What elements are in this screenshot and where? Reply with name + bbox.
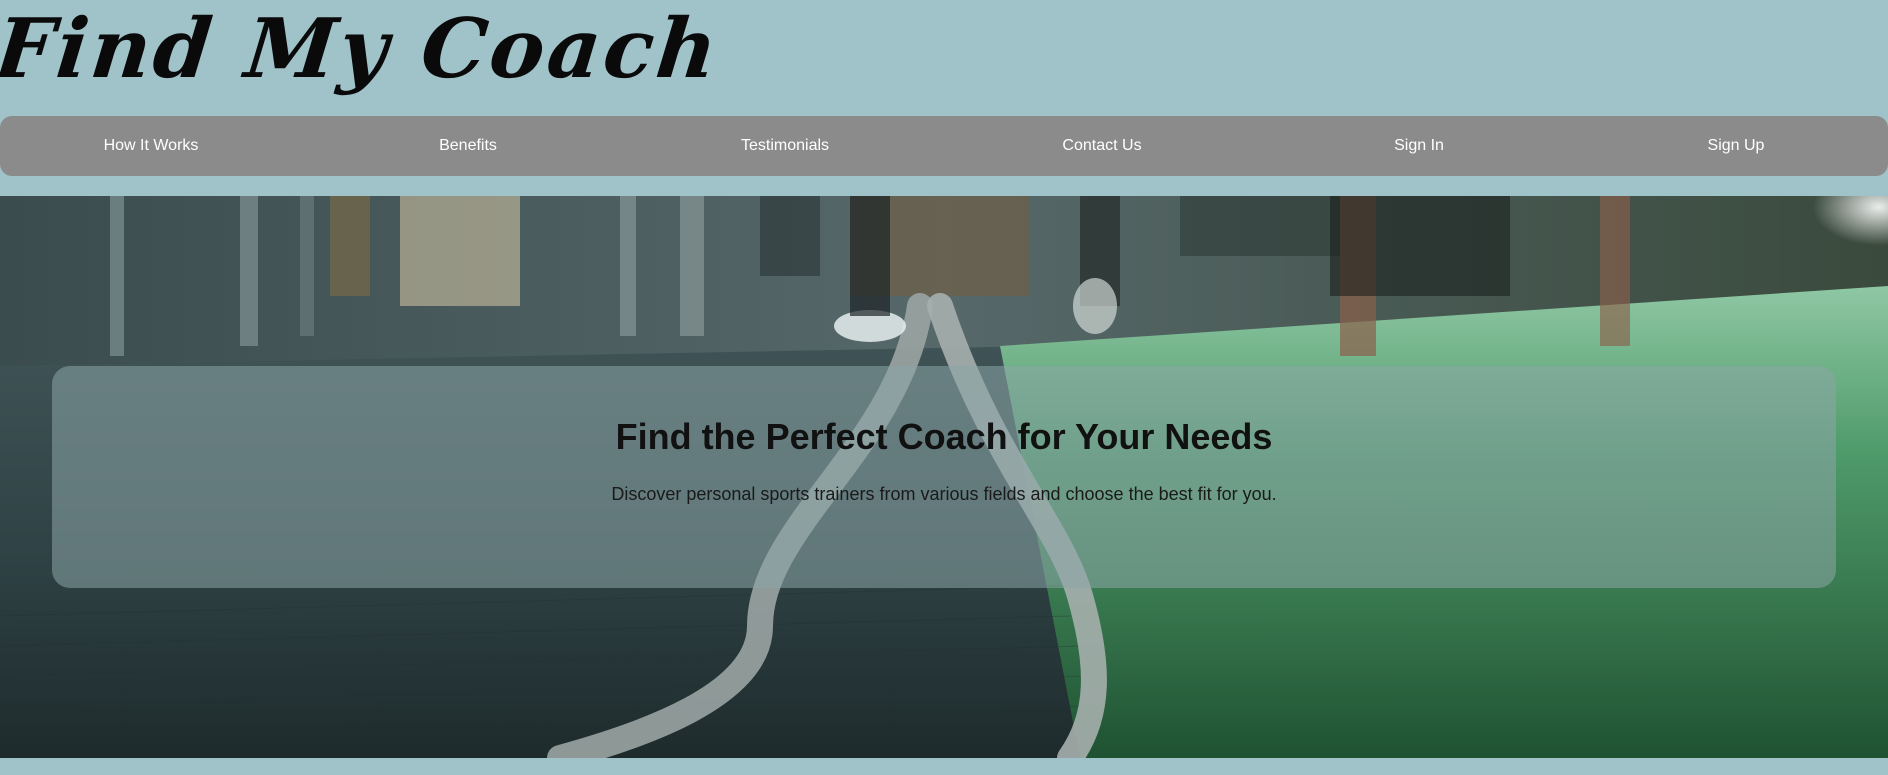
hero-title: Find the Perfect Coach for Your Needs [615,416,1273,457]
nav-link-how-it-works[interactable]: How It Works [51,116,251,176]
hero-subtitle: Discover personal sports trainers from v… [611,484,1277,504]
nav-link-contact-us[interactable]: Contact Us [1002,116,1202,176]
nav-link-testimonials[interactable]: Testimonials [685,116,885,176]
hero-section: Find the Perfect Coach for Your Needs Di… [0,196,1888,758]
main-navigation: How It Works Benefits Testimonials Conta… [0,116,1888,176]
nav-link-sign-in[interactable]: Sign In [1319,116,1519,176]
nav-link-benefits[interactable]: Benefits [368,116,568,176]
site-logo[interactable]: Find My Coach [0,0,725,104]
hero-card: Find the Perfect Coach for Your Needs Di… [52,366,1836,588]
nav-link-sign-up[interactable]: Sign Up [1636,116,1836,176]
